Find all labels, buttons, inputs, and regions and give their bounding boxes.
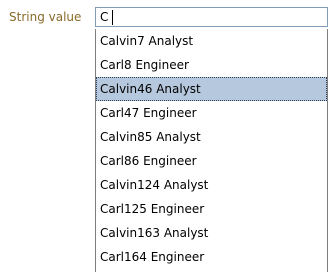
dropdown-option[interactable]: Calvin7 Analyst xyxy=(96,29,327,53)
input-text: C xyxy=(100,10,109,24)
dropdown-option[interactable]: Carl47 Engineer xyxy=(96,101,327,125)
option-label: Calvin7 Analyst xyxy=(100,34,194,48)
option-label: Carl164 Engineer xyxy=(100,250,205,264)
dropdown-option[interactable]: Carl164 Engineer xyxy=(96,245,327,269)
dropdown-option[interactable]: Calvin163 Analyst xyxy=(96,221,327,245)
option-label: Calvin124 Analyst xyxy=(100,178,209,192)
option-label: Carl125 Engineer xyxy=(100,202,205,216)
dropdown-option[interactable]: Calvin124 Analyst xyxy=(96,173,327,197)
string-value-input[interactable]: C xyxy=(95,7,328,27)
option-label: Calvin85 Analyst xyxy=(100,130,201,144)
dropdown-option[interactable]: Calvin46 Analyst xyxy=(96,77,327,101)
autocomplete-dropdown[interactable]: Calvin7 Analyst Carl8 Engineer Calvin46 … xyxy=(95,29,328,272)
dropdown-option[interactable]: Carl125 Engineer xyxy=(96,197,327,221)
option-label: Calvin163 Analyst xyxy=(100,226,209,240)
option-label: Carl86 Engineer xyxy=(100,154,197,168)
dropdown-option[interactable]: Carl8 Engineer xyxy=(96,53,327,77)
dropdown-option[interactable]: Calvin85 Analyst xyxy=(96,125,327,149)
text-caret xyxy=(112,10,113,25)
option-label: Calvin46 Analyst xyxy=(100,82,201,96)
option-label: Carl8 Engineer xyxy=(100,58,189,72)
option-label: Carl47 Engineer xyxy=(100,106,197,120)
dropdown-option[interactable]: Carl86 Engineer xyxy=(96,149,327,173)
string-value-label: String value xyxy=(9,10,82,24)
